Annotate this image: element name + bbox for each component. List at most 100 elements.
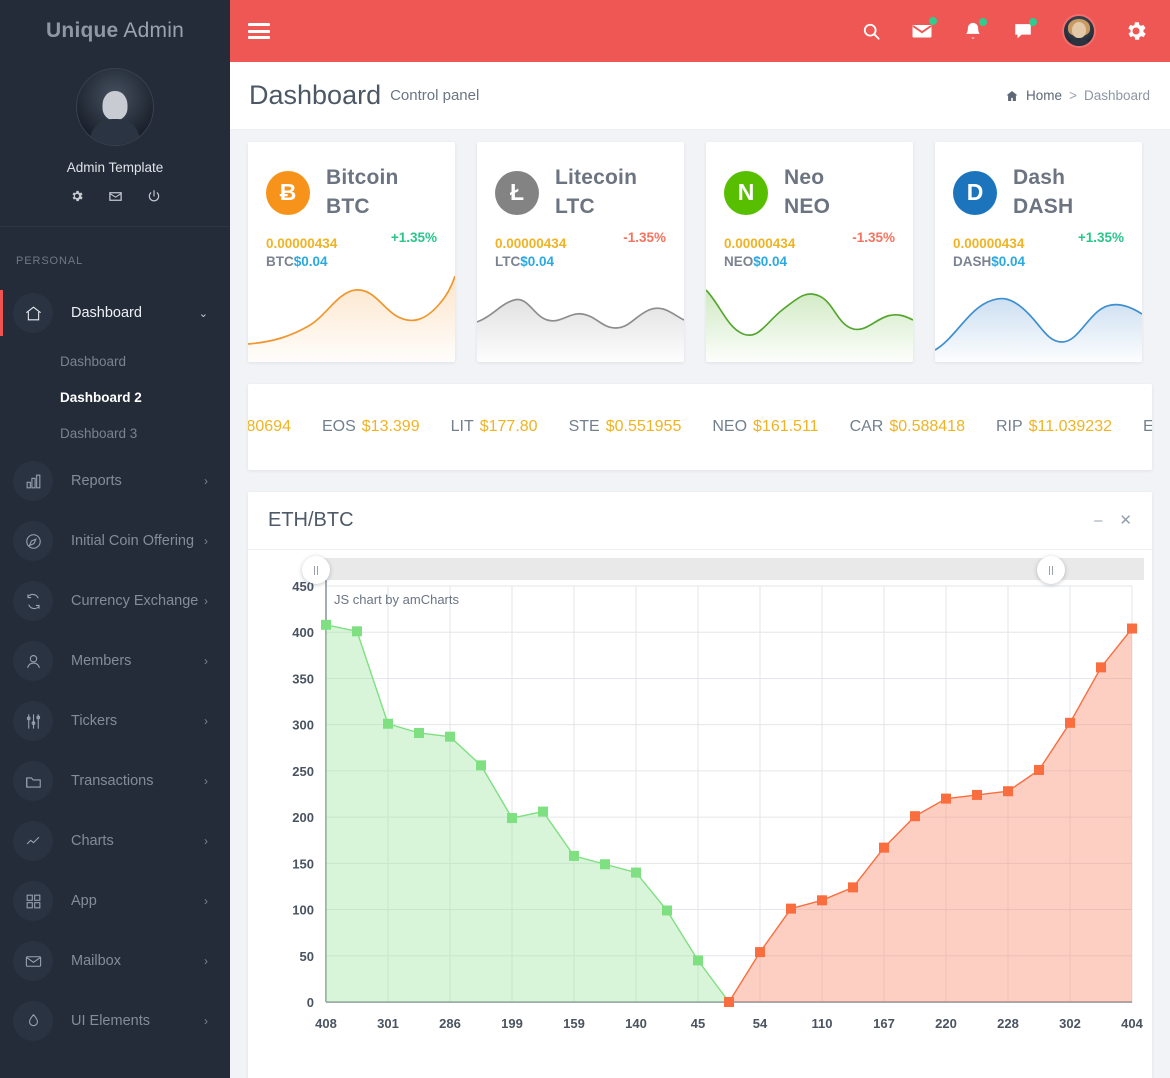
minimize-icon[interactable]: – (1094, 513, 1102, 528)
data-point[interactable] (569, 850, 579, 861)
envelope-icon[interactable] (910, 17, 937, 43)
ticker-track[interactable]: M$0.880694 EOS $13.399 LIT $177.80 STE $0.5519… (248, 418, 1152, 436)
ticker-item[interactable]: NEO $161.511 (712, 418, 818, 436)
ticker-symbol: RIP (995, 418, 1023, 435)
coin-usd-value: BTC$0.04 (266, 253, 328, 269)
data-point[interactable] (321, 619, 331, 630)
ticker-item[interactable]: ETH$1.2 (1143, 418, 1152, 436)
sidebar-item-charts[interactable]: Charts › (0, 811, 230, 871)
sidebar: Unique Admin Admin Template PERSONAL Das… (0, 0, 230, 1078)
sidebar-item-label: Members (71, 653, 132, 669)
coin-change-badge: -1.35% (852, 229, 895, 245)
sidebar-item-reports[interactable]: Reports › (0, 451, 230, 511)
y-axis-tick: 300 (292, 718, 314, 733)
sidebar-item-tickers[interactable]: Tickers › (0, 691, 230, 751)
data-point[interactable] (476, 760, 486, 771)
breadcrumb-home[interactable]: Home (1026, 88, 1062, 103)
data-point[interactable] (941, 793, 951, 804)
data-point[interactable] (879, 842, 889, 853)
sidebar-subitem-dashboard-2[interactable]: Dashboard 2 (0, 379, 230, 415)
coin-card-btc[interactable]: Ƀ Bitcoin BTC 0.00000434 BTC$0.04 +1.35% (248, 142, 455, 362)
main-content: Ƀ Bitcoin BTC 0.00000434 BTC$0.04 +1.35% Ł Lite… (230, 130, 1170, 1078)
scrollbar-grip-right[interactable] (1037, 556, 1065, 584)
coin-change-badge: -1.35% (623, 229, 666, 245)
x-axis-tick: 54 (753, 1016, 768, 1031)
sidebar-item-ui-elements[interactable]: UI Elements › (0, 991, 230, 1051)
brand-logo[interactable]: Unique Admin (0, 0, 230, 62)
close-icon[interactable]: ✕ (1119, 513, 1132, 528)
sidebar-subitem-dashboard-3[interactable]: Dashboard 3 (0, 415, 230, 451)
sidebar-item-transactions[interactable]: Transactions › (0, 751, 230, 811)
envelope-icon[interactable] (108, 189, 123, 206)
user-avatar[interactable] (1062, 14, 1096, 48)
data-point[interactable] (1127, 623, 1137, 634)
page-header: Dashboard Control panel Home > Dashboard (230, 62, 1170, 130)
data-point[interactable] (972, 789, 982, 800)
chart-panel: ETH/BTC – ✕ 0 50 100 150 200 250 300 350 400 450 4… (248, 492, 1152, 1078)
avatar-face (1072, 22, 1086, 38)
coin-card-dash[interactable]: D Dash DASH 0.00000434 DASH$0.04 +1.35% (935, 142, 1142, 362)
y-axis-tick: 400 (292, 625, 314, 640)
data-point[interactable] (848, 882, 858, 893)
chevron-right-icon: › (204, 1014, 208, 1028)
bell-icon[interactable] (962, 18, 987, 42)
profile-name: Admin Template (66, 160, 164, 175)
sidebar-subitem-dashboard[interactable]: Dashboard (0, 343, 230, 379)
hamburger-icon[interactable] (248, 20, 270, 43)
data-point[interactable] (724, 997, 734, 1007)
chat-icon[interactable] (1012, 18, 1037, 42)
data-point[interactable] (352, 626, 362, 637)
chart-body: 0 50 100 150 200 250 300 350 400 450 408 301 286 199 1… (248, 550, 1152, 1078)
coin-card-ltc[interactable]: Ł Litecoin LTC 0.00000434 LTC$0.04 -1.35% (477, 142, 684, 362)
notification-badge (1029, 18, 1037, 26)
chevron-right-icon: › (204, 894, 208, 908)
sidebar-item-mailbox[interactable]: Mailbox › (0, 931, 230, 991)
sidebar-item-app[interactable]: App › (0, 871, 230, 931)
data-point[interactable] (786, 903, 796, 914)
ticker-item[interactable]: RIP $11.039232 (996, 418, 1112, 436)
ticker-item[interactable]: STE $0.551955 (569, 418, 682, 436)
coin-card-neo[interactable]: N Neo NEO 0.00000434 NEO$0.04 -1.35% (706, 142, 913, 362)
data-point[interactable] (662, 905, 672, 916)
coin-name: Litecoin LTC (555, 166, 638, 218)
data-point[interactable] (910, 811, 920, 822)
data-point[interactable] (817, 895, 827, 906)
sidebar-item-label: Mailbox (71, 953, 121, 969)
settings-gear-icon[interactable] (1124, 19, 1148, 43)
sidebar-item-currency-exchange[interactable]: Currency Exchange › (0, 571, 230, 631)
chevron-right-icon: › (204, 474, 208, 488)
x-axis-tick: 220 (935, 1016, 957, 1031)
ticker-symbol: ETH (1143, 418, 1152, 435)
ticker-item[interactable]: M$0.880694 (248, 418, 291, 436)
coin-name: Neo NEO (784, 166, 831, 218)
data-point[interactable] (600, 859, 610, 870)
search-icon[interactable] (861, 21, 882, 42)
data-point[interactable] (1096, 662, 1106, 673)
power-icon[interactable] (147, 189, 161, 206)
ticker-item[interactable]: CAR $0.588418 (850, 418, 965, 436)
notification-badge (929, 17, 937, 25)
gear-icon[interactable] (70, 189, 84, 206)
ticker-item[interactable]: EOS $13.399 (322, 418, 420, 436)
data-point[interactable] (414, 727, 424, 738)
data-point[interactable] (538, 806, 548, 817)
x-axis-tick: 228 (997, 1016, 1019, 1031)
sidebar-item-dashboard[interactable]: Dashboard ⌄ (0, 283, 230, 343)
data-point[interactable] (507, 813, 517, 824)
data-point[interactable] (445, 731, 455, 742)
ticker-item[interactable]: LIT $177.80 (451, 418, 538, 436)
data-point[interactable] (1034, 764, 1044, 775)
data-point[interactable] (383, 718, 393, 729)
data-point[interactable] (693, 955, 703, 966)
sidebar-item-initial-coin-offering[interactable]: Initial Coin Offering › (0, 511, 230, 571)
coin-usd-value: DASH$0.04 (953, 253, 1026, 269)
data-point[interactable] (631, 867, 641, 878)
ticker-price: $0.551955 (605, 418, 682, 435)
scrollbar-grip-left[interactable] (302, 556, 330, 584)
ticker-price: $0.880694 (248, 418, 291, 435)
data-point[interactable] (1003, 786, 1013, 797)
sidebar-item-members[interactable]: Members › (0, 631, 230, 691)
avatar[interactable] (76, 68, 154, 146)
data-point[interactable] (755, 947, 765, 958)
data-point[interactable] (1065, 717, 1075, 728)
